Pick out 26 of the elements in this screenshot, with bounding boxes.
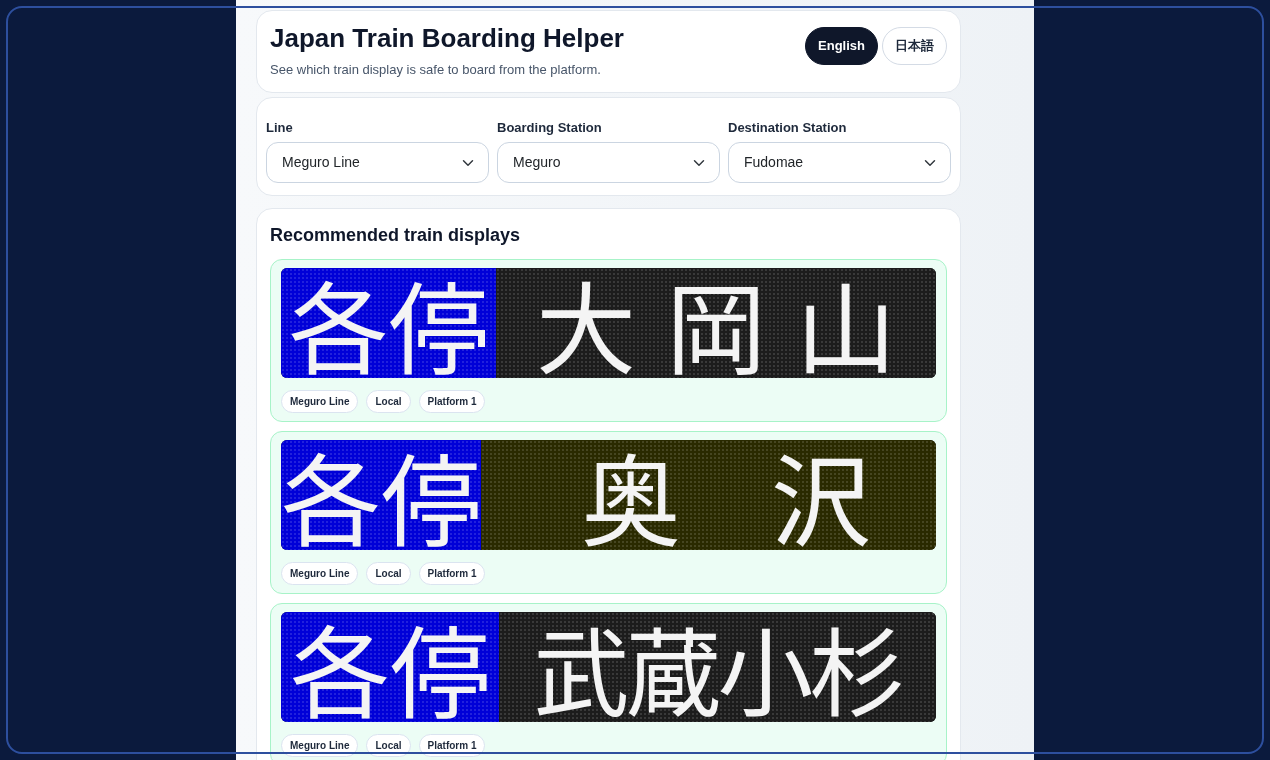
train-type-text: 各停 [281, 444, 481, 545]
app-title: Japan Train Boarding Helper [270, 23, 624, 55]
tag: Platform 1 [418, 389, 486, 413]
tag: Local [366, 561, 411, 585]
destination-text: 大岡山 [535, 272, 926, 373]
destination-text: 武蔵小杉 [533, 618, 902, 715]
tag: Meguro Line [281, 389, 359, 413]
tag: Platform 1 [418, 733, 486, 757]
language-button[interactable]: 日本語 [882, 27, 947, 65]
select-field[interactable]: Meguro Line [266, 142, 489, 184]
train-type-text: 各停 [288, 272, 489, 373]
field-label: Destination Station [728, 118, 848, 137]
language-button[interactable]: English [805, 27, 878, 65]
field-label: Line [266, 118, 294, 137]
section-title: Recommended train displays [270, 225, 522, 247]
tag: Local [366, 389, 411, 413]
destination-text: 奥沢 [580, 444, 936, 545]
select-field[interactable]: Meguro [497, 142, 720, 184]
tag: Meguro Line [281, 733, 359, 757]
tag: Local [366, 733, 411, 757]
tag: Meguro Line [281, 561, 359, 585]
select-field[interactable]: Fudomae [728, 142, 951, 184]
train-type-text: 各停 [290, 616, 490, 717]
field-label: Boarding Station [497, 118, 603, 137]
app-subtitle: See which train display is safe to board from the platform. [270, 61, 602, 80]
tag: Platform 1 [418, 561, 486, 585]
